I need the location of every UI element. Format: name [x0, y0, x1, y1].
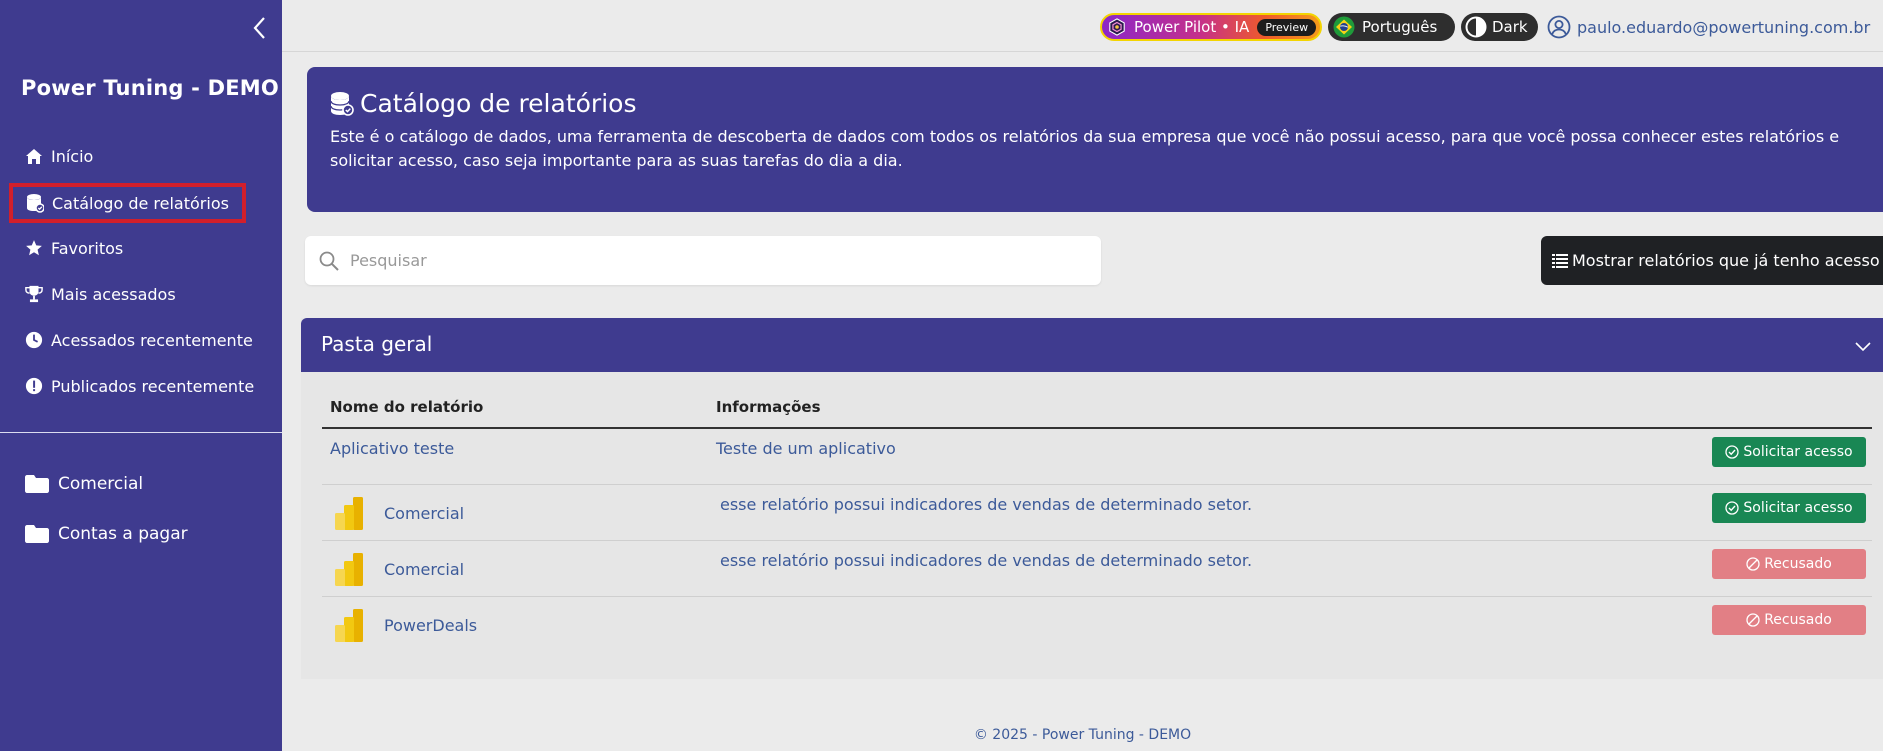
- page-title: Catálogo de relatórios: [330, 89, 636, 118]
- sidebar-item-catalogo[interactable]: Catálogo de relatórios: [9, 183, 246, 223]
- catalog-header-card: Catálogo de relatórios Este é o catálogo…: [307, 67, 1883, 212]
- report-name-text: Comercial: [384, 503, 465, 523]
- sidebar-item-publicados-recentemente[interactable]: Publicados recentemente: [24, 369, 254, 403]
- search-icon: [319, 251, 339, 271]
- table-row: Comercial esse relatório possui indicado…: [322, 541, 1872, 597]
- check-circle-icon: [1725, 501, 1740, 515]
- report-name-link[interactable]: PowerDeals: [334, 607, 477, 643]
- table-header: Nome do relatório Informações: [322, 384, 1872, 429]
- refused-status-button[interactable]: Recusado: [1712, 549, 1866, 579]
- search-input[interactable]: [350, 251, 1050, 270]
- sidebar-folder-comercial[interactable]: Comercial: [24, 467, 143, 501]
- top-bar: Power Pilot • IA Preview Português Dark …: [282, 0, 1883, 52]
- theme-label: Dark: [1492, 18, 1528, 36]
- collapse-sidebar-button[interactable]: [248, 14, 270, 42]
- sidebar-item-label: Início: [51, 146, 94, 166]
- button-label: Solicitar acesso: [1743, 444, 1853, 460]
- user-menu[interactable]: paulo.eduardo@powertuning.com.br: [1547, 13, 1870, 41]
- power-bi-icon: [335, 609, 363, 642]
- show-accessible-reports-label: Mostrar relatórios que já tenho acesso: [1572, 251, 1880, 270]
- report-name-link[interactable]: Comercial: [334, 495, 464, 531]
- ban-icon: [1746, 613, 1760, 627]
- page-description: Este é o catálogo de dados, uma ferramen…: [330, 127, 1840, 170]
- clock-icon: [24, 330, 44, 350]
- chevron-down-icon: [1855, 342, 1871, 352]
- folder-label: Comercial: [58, 474, 144, 494]
- folder-icon: [24, 473, 50, 495]
- report-name-text: PowerDeals: [384, 615, 478, 635]
- home-icon: [24, 146, 44, 166]
- button-label: Recusado: [1764, 612, 1832, 628]
- sidebar: Power Tuning - DEMO Início Catálogo de r…: [0, 0, 282, 751]
- table-row: Comercial esse relatório possui indicado…: [322, 485, 1872, 541]
- folder-label: Contas a pagar: [58, 524, 188, 544]
- refused-status-button[interactable]: Recusado: [1712, 605, 1866, 635]
- report-info: esse relatório possui indicadores de ven…: [720, 551, 1253, 570]
- sidebar-item-label: Acessados recentemente: [51, 330, 253, 350]
- brazil-flag-icon: [1333, 16, 1355, 38]
- user-email: paulo.eduardo@powertuning.com.br: [1577, 17, 1871, 37]
- power-pilot-logo-icon: [1109, 18, 1125, 36]
- list-icon: [1552, 253, 1568, 268]
- check-circle-icon: [1725, 445, 1740, 459]
- sidebar-item-favoritos[interactable]: Favoritos: [24, 231, 123, 265]
- power-pilot-button[interactable]: Power Pilot • IA Preview: [1100, 13, 1322, 41]
- reports-table: Nome do relatório Informações Aplicativo…: [322, 384, 1872, 653]
- database-icon: [330, 91, 354, 116]
- column-header-info: Informações: [716, 398, 821, 416]
- sidebar-item-label: Catálogo de relatórios: [52, 193, 229, 213]
- power-bi-icon: [335, 497, 363, 530]
- database-icon: [25, 193, 45, 213]
- button-label: Recusado: [1764, 556, 1832, 572]
- user-circle-icon: [1547, 15, 1571, 39]
- report-name-text: Comercial: [384, 559, 465, 579]
- sidebar-folder-contas-a-pagar[interactable]: Contas a pagar: [24, 517, 188, 551]
- sidebar-item-label: Mais acessados: [51, 284, 176, 304]
- column-header-name: Nome do relatório: [330, 398, 484, 416]
- preview-badge: Preview: [1257, 18, 1317, 36]
- sidebar-item-mais-acessados[interactable]: Mais acessados: [24, 277, 176, 311]
- report-name-link[interactable]: Aplicativo teste: [330, 439, 454, 458]
- contrast-icon: [1465, 16, 1487, 38]
- folder-panel-header[interactable]: Pasta geral: [301, 318, 1883, 372]
- folder-panel-title: Pasta geral: [321, 332, 433, 356]
- star-icon: [24, 238, 44, 258]
- report-info: esse relatório possui indicadores de ven…: [720, 495, 1253, 514]
- footer-text: © 2025 - Power Tuning - DEMO: [973, 727, 1192, 743]
- page-title-text: Catálogo de relatórios: [360, 89, 637, 118]
- language-label: Português: [1362, 18, 1438, 36]
- search-box[interactable]: [305, 236, 1101, 285]
- power-bi-icon: [335, 553, 363, 586]
- chevron-left-icon: [253, 17, 265, 39]
- brand-title: Power Tuning - DEMO: [21, 76, 279, 100]
- folder-panel: Pasta geral Nome do relatório Informaçõe…: [301, 318, 1883, 679]
- sidebar-divider: [0, 432, 282, 433]
- sidebar-item-label: Publicados recentemente: [51, 376, 255, 396]
- button-label: Solicitar acesso: [1743, 500, 1853, 516]
- ban-icon: [1746, 557, 1760, 571]
- sidebar-item-acessados-recentemente[interactable]: Acessados recentemente: [24, 323, 253, 357]
- exclamation-circle-icon: [24, 376, 44, 396]
- request-access-button[interactable]: Solicitar acesso: [1712, 437, 1866, 467]
- report-info: Teste de um aplicativo: [716, 439, 896, 458]
- folder-icon: [24, 523, 50, 545]
- table-row: PowerDeals Recusado: [322, 597, 1872, 653]
- show-accessible-reports-button[interactable]: Mostrar relatórios que já tenho acesso: [1541, 236, 1883, 285]
- table-row: Aplicativo teste Teste de um aplicativo …: [322, 429, 1872, 485]
- request-access-button[interactable]: Solicitar acesso: [1712, 493, 1866, 523]
- report-name-link[interactable]: Comercial: [334, 551, 464, 587]
- sidebar-item-label: Favoritos: [51, 238, 124, 258]
- trophy-icon: [24, 284, 44, 304]
- power-pilot-label: Power Pilot • IA: [1134, 18, 1250, 36]
- language-selector[interactable]: Português: [1328, 13, 1455, 41]
- theme-toggle[interactable]: Dark: [1461, 13, 1538, 41]
- sidebar-item-inicio[interactable]: Início: [24, 139, 93, 173]
